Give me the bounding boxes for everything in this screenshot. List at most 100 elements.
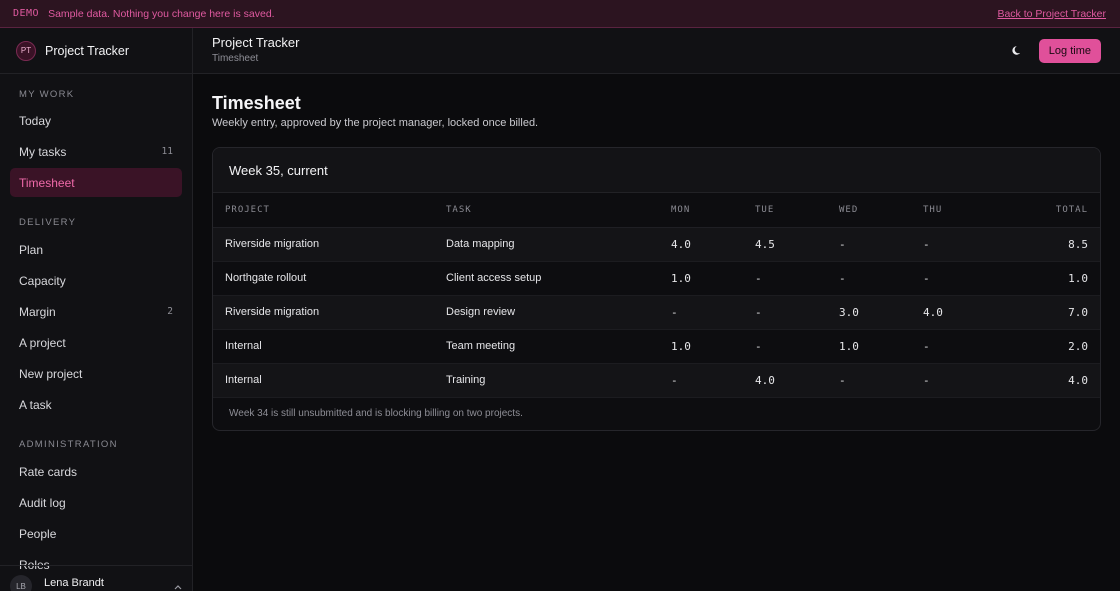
sidebar-item-label: People [19,526,57,541]
cell-mon[interactable]: - [671,295,755,330]
sidebar-item-plan[interactable]: Plan [10,235,182,264]
moon-icon[interactable] [1011,44,1025,58]
table-header-row: PROJECT TASK MON TUE WED THU TOTAL [213,193,1100,228]
cell-project: Riverside migration [213,295,446,330]
sidebar-item-label: Rate cards [19,464,78,479]
sidebar-item-label: Today [19,113,52,128]
sidebar-item-people[interactable]: People [10,519,182,548]
sidebar-item-label: Audit log [19,495,66,510]
cell-thu[interactable]: - [923,329,1007,364]
cell-task: Design review [446,295,671,330]
cell-total: 8.5 [1007,227,1100,262]
cell-task: Client access setup [446,261,671,296]
cell-mon[interactable]: 1.0 [671,261,755,296]
user-profile[interactable]: LB Lena Brandt [0,565,192,591]
sidebar-item-timesheet[interactable]: Timesheet [10,168,182,197]
sidebar-item-label: Plan [19,242,44,257]
nav-section-administration: ADMINISTRATION [19,438,118,450]
cell-mon[interactable]: 4.0 [671,227,755,262]
log-time-button[interactable]: Log time [1038,38,1101,63]
cell-task: Training [446,363,671,398]
sidebar-item-my-tasks[interactable]: My tasks 11 [10,137,182,166]
cell-total: 1.0 [1007,261,1100,296]
avatar: LB [10,575,32,591]
cell-wed[interactable]: - [839,261,923,296]
page-subtitle: Weekly entry, approved by the project ma… [212,117,539,129]
main-content: Project Tracker Timesheet Log time Times… [193,28,1120,591]
cell-task: Data mapping [446,227,671,262]
sidebar-item-rate-cards[interactable]: Rate cards [10,457,182,486]
column-header-wed[interactable]: WED [839,193,923,228]
cell-task: Team meeting [446,329,671,364]
back-link[interactable]: Back to Project Tracker [997,8,1106,20]
cell-total: 7.0 [1007,295,1100,330]
brand-logo: PT [16,40,36,61]
cell-tue[interactable]: 4.0 [755,363,839,398]
cell-total: 4.0 [1007,363,1100,398]
cell-wed[interactable]: 1.0 [839,329,923,364]
cell-tue[interactable]: - [755,261,839,296]
cell-thu[interactable]: - [923,261,1007,296]
sidebar: PT Project Tracker MY WORK Today My task… [0,28,193,591]
cell-mon[interactable]: 1.0 [671,329,755,364]
sidebar-item-capacity[interactable]: Capacity [10,266,182,295]
demo-tag: DEMO [13,8,40,19]
demo-banner: DEMO Sample data. Nothing you change her… [0,0,1120,28]
timesheet-card: Week 35, current PROJECT TASK MON TUE WE… [212,147,1101,431]
table-row[interactable]: Internal Team meeting 1.0 - 1.0 - 2.0 [213,329,1100,364]
sidebar-item-label: New project [19,366,83,381]
topbar-title: Project Tracker [212,35,300,50]
user-menu-icon[interactable] [173,575,183,591]
sidebar-item-margin[interactable]: Margin 2 [10,297,182,326]
sidebar-item-today[interactable]: Today [10,106,182,135]
table-row[interactable]: Northgate rollout Client access setup 1.… [213,261,1100,296]
cell-tue[interactable]: - [755,329,839,364]
table-row[interactable]: Internal Training - 4.0 - - 4.0 [213,363,1100,398]
column-header-thu[interactable]: THU [923,193,1007,228]
brand-name: Project Tracker [45,43,130,58]
timesheet-table: PROJECT TASK MON TUE WED THU TOTAL River… [213,193,1100,398]
topbar-breadcrumb: Timesheet [212,53,259,64]
page-header: Timesheet Weekly entry, approved by the … [193,74,1120,129]
cell-thu[interactable]: - [923,227,1007,262]
cell-wed[interactable]: 3.0 [839,295,923,330]
cell-wed[interactable]: - [839,227,923,262]
cell-total: 2.0 [1007,329,1100,364]
count-badge: 2 [167,306,173,317]
sidebar-item-label: Margin [19,304,56,319]
sidebar-item-label: My tasks [19,144,67,159]
column-header-project[interactable]: PROJECT [213,193,446,228]
column-header-task[interactable]: TASK [446,193,671,228]
page-title: Timesheet [212,93,301,113]
nav-section-delivery: DELIVERY [19,216,77,228]
cell-project: Internal [213,363,446,398]
table-row[interactable]: Riverside migration Design review - - 3.… [213,295,1100,330]
column-header-tue[interactable]: TUE [755,193,839,228]
cell-project: Northgate rollout [213,261,446,296]
sidebar-item-new-project[interactable]: New project [10,359,182,388]
column-header-total[interactable]: TOTAL [1007,193,1100,228]
demo-message: Sample data. Nothing you change here is … [48,7,275,20]
sidebar-item-a-task[interactable]: A task [10,390,182,419]
week-label: Week 35, current [213,148,1100,193]
cell-mon[interactable]: - [671,363,755,398]
cell-wed[interactable]: - [839,363,923,398]
cell-thu[interactable]: 4.0 [923,295,1007,330]
column-header-mon[interactable]: MON [671,193,755,228]
cell-tue[interactable]: - [755,295,839,330]
sidebar-item-label: A task [19,397,52,412]
sidebar-item-label: Capacity [19,273,66,288]
sidebar-item-audit-log[interactable]: Audit log [10,488,182,517]
sidebar-item-label: A project [19,335,66,350]
user-name: Lena Brandt [44,577,104,589]
topbar: Project Tracker Timesheet Log time [193,28,1120,74]
table-row[interactable]: Riverside migration Data mapping 4.0 4.5… [213,227,1100,262]
sidebar-item-a-project[interactable]: A project [10,328,182,357]
cell-tue[interactable]: 4.5 [755,227,839,262]
cell-thu[interactable]: - [923,363,1007,398]
count-badge: 11 [161,146,173,157]
cell-project: Riverside migration [213,227,446,262]
footer-note: Week 34 is still unsubmitted and is bloc… [229,408,523,419]
brand[interactable]: PT Project Tracker [0,28,192,74]
sidebar-item-label: Timesheet [19,175,75,190]
